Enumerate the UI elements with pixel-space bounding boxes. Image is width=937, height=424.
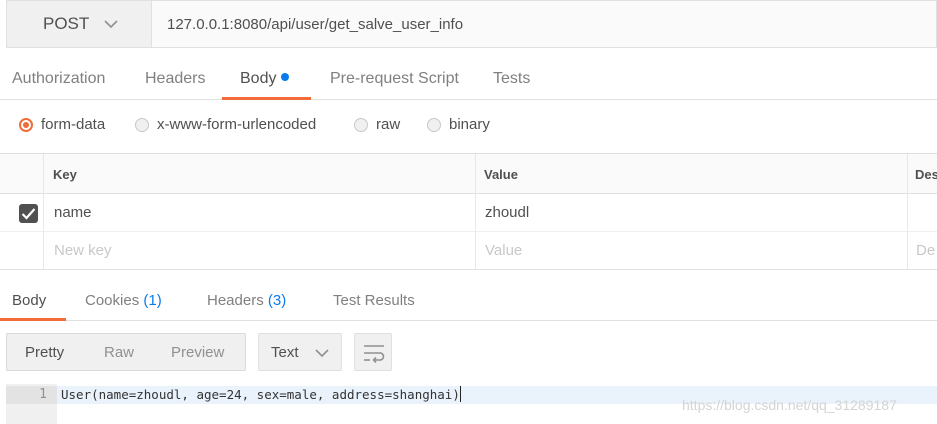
new-value-input[interactable]: Value [485, 242, 522, 259]
active-response-tab-underline [0, 318, 66, 321]
wrap-lines-icon [364, 345, 385, 364]
dot-icon [281, 73, 290, 81]
radio-icon [354, 117, 368, 132]
url-text: 127.0.0.1:8080/api/user/get_salve_user_i… [167, 15, 464, 33]
check-icon [21, 208, 36, 220]
row-key-input[interactable]: name [54, 204, 92, 221]
tab-tests[interactable]: Tests [493, 70, 530, 88]
url-input[interactable]: 127.0.0.1:8080/api/user/get_salve_user_i… [151, 0, 937, 48]
response-tab-cookies[interactable]: Cookies (1) [85, 292, 162, 309]
table-header-row: Key Value Des [0, 154, 937, 194]
tab-headers[interactable]: Headers [145, 70, 205, 88]
format-select[interactable]: Text [258, 333, 342, 371]
row-checkbox[interactable] [19, 204, 38, 223]
response-tab-test-results[interactable]: Test Results [333, 292, 415, 309]
request-tabs: Authorization Headers Body Pre-request S… [0, 60, 937, 100]
response-tabs: Body Cookies (1) Headers (3) Test Result… [0, 282, 937, 321]
column-divider [475, 154, 476, 270]
line-number: 1 [6, 386, 57, 404]
column-header-key: Key [53, 167, 77, 182]
tab-label: Cookies [85, 292, 140, 309]
new-key-input[interactable]: New key [54, 242, 112, 259]
cookies-count: (1) [143, 292, 162, 309]
view-mode-group: Pretty Raw Preview [6, 333, 246, 371]
body-type-radios: form-data x-www-form-urlencoded raw bina… [0, 100, 937, 154]
view-preview-button[interactable]: Preview [171, 344, 224, 361]
radio-label: binary [449, 116, 490, 133]
watermark: https://blog.csdn.net/qq_31289187 [682, 397, 897, 413]
radio-label: form-data [41, 116, 106, 133]
tab-authorization[interactable]: Authorization [12, 70, 105, 88]
column-header-value: Value [484, 167, 518, 182]
table-row: name zhoudl [0, 194, 937, 232]
response-tab-body[interactable]: Body [12, 292, 46, 309]
column-divider [43, 154, 44, 270]
chevron-down-icon [315, 349, 329, 358]
radio-raw[interactable]: raw [354, 116, 400, 133]
radio-icon [427, 117, 441, 132]
tab-label: Headers [207, 292, 264, 309]
response-tab-headers[interactable]: Headers (3) [207, 292, 286, 309]
radio-form-data[interactable]: form-data [19, 116, 105, 133]
code-text: User(name=zhoudl, age=24, sex=male, addr… [61, 387, 460, 402]
chevron-down-icon [104, 20, 118, 29]
row-value-input[interactable]: zhoudl [485, 204, 529, 221]
view-pretty-button[interactable]: Pretty [25, 344, 64, 361]
wrap-lines-button[interactable] [354, 333, 392, 371]
new-description-input[interactable]: De [916, 242, 935, 259]
tab-body-label: Body [240, 70, 277, 87]
radio-binary[interactable]: binary [427, 116, 490, 133]
radio-label: raw [376, 116, 401, 133]
radio-label: x-www-form-urlencoded [157, 116, 317, 133]
params-table: Key Value Des name zhoudl New key Value … [0, 154, 937, 270]
headers-count: (3) [267, 292, 287, 309]
tab-body[interactable]: Body [240, 70, 290, 88]
request-url-bar: POST 127.0.0.1:8080/api/user/get_salve_u… [6, 0, 937, 48]
format-select-value: Text [271, 343, 299, 361]
table-row-new: New key Value De [0, 232, 937, 270]
radio-x-www-form-urlencoded[interactable]: x-www-form-urlencoded [135, 116, 316, 133]
radio-selected-icon [19, 117, 33, 132]
column-divider [907, 154, 908, 270]
view-raw-button[interactable]: Raw [104, 344, 134, 361]
method-label: POST [43, 14, 90, 33]
radio-icon [135, 117, 149, 132]
tab-pre-request-script[interactable]: Pre-request Script [330, 70, 459, 88]
method-select[interactable]: POST [6, 0, 151, 48]
text-cursor [459, 386, 461, 402]
column-header-description: Des [915, 167, 937, 182]
